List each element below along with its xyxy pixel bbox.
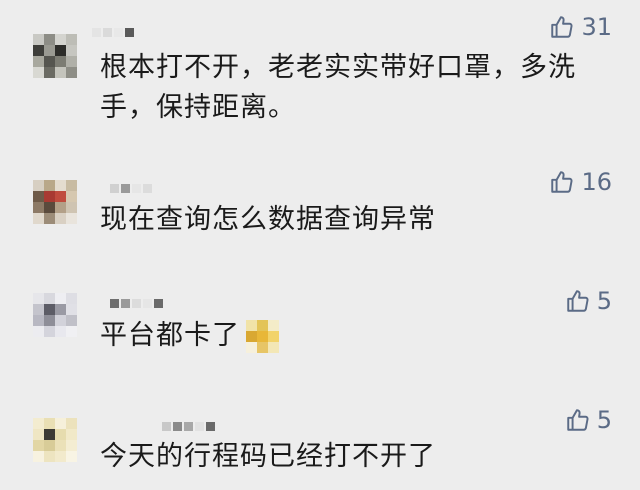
like-button[interactable]: 5 bbox=[565, 286, 612, 316]
like-button[interactable]: 31 bbox=[549, 12, 612, 42]
comment-text: 现在查询怎么数据查询异常 bbox=[100, 204, 436, 235]
like-count: 31 bbox=[581, 13, 612, 41]
avatar[interactable] bbox=[33, 180, 77, 224]
comment-text: 根本打不开，老老实实带好口罩，多洗手，保持距离。 bbox=[100, 52, 576, 123]
thumbs-up-icon bbox=[551, 16, 573, 38]
like-button[interactable]: 5 bbox=[565, 405, 612, 435]
username-mosaic[interactable] bbox=[92, 28, 134, 37]
avatar[interactable] bbox=[33, 418, 77, 462]
comment-text: 平台都卡了 bbox=[100, 316, 600, 356]
avatar[interactable] bbox=[33, 293, 77, 337]
like-count: 5 bbox=[596, 406, 612, 434]
comment-text: 今天的行程码已经打不开了 bbox=[100, 441, 436, 472]
emoji-sticker bbox=[246, 320, 279, 353]
avatar[interactable] bbox=[33, 34, 77, 78]
username-mosaic[interactable] bbox=[162, 422, 215, 431]
comment-text-content: 平台都卡了 bbox=[100, 320, 240, 351]
thumbs-up-icon bbox=[566, 409, 589, 431]
thumbs-up-icon bbox=[551, 171, 573, 193]
like-button[interactable]: 16 bbox=[549, 167, 612, 197]
like-count: 16 bbox=[581, 168, 612, 196]
thumbs-up-icon bbox=[566, 290, 589, 312]
username-mosaic[interactable] bbox=[110, 299, 163, 308]
like-count: 5 bbox=[596, 287, 612, 315]
username-mosaic[interactable] bbox=[110, 184, 152, 193]
